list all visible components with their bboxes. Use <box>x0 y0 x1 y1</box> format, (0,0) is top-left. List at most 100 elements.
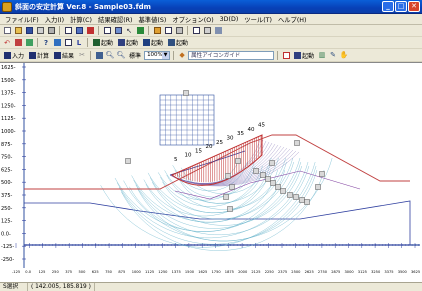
arrow-back-icon[interactable]: ↶ <box>2 38 12 48</box>
node-marker[interactable] <box>183 90 189 96</box>
frame-icon[interactable] <box>191 26 201 36</box>
x-tick-label: 2250 <box>265 270 275 274</box>
zoom-fit-icon[interactable] <box>94 50 104 60</box>
mesh-icon[interactable] <box>24 38 34 48</box>
edit-icon[interactable] <box>85 26 95 36</box>
zoom-out-icon[interactable]: 🔍︎ <box>116 50 126 60</box>
open-folder-icon[interactable] <box>13 26 23 36</box>
node-marker[interactable] <box>315 184 321 190</box>
layer-red-icon[interactable] <box>13 38 23 48</box>
calc-icon[interactable] <box>152 26 162 36</box>
y-tick-label: 1625- <box>1 65 16 71</box>
node-marker[interactable] <box>319 171 325 177</box>
minimize-button[interactable]: _ <box>382 1 394 12</box>
result-mode-button[interactable]: 結果 <box>52 51 76 60</box>
y-tick-label: -250- <box>1 257 14 263</box>
x-tick-label: 250 <box>52 270 60 274</box>
pen-icon[interactable]: ✎ <box>328 50 338 60</box>
table-icon[interactable] <box>74 26 84 36</box>
y-tick-label: 625- <box>1 167 13 173</box>
house-icon <box>93 39 100 46</box>
node-marker[interactable] <box>253 168 259 174</box>
select-icon[interactable] <box>213 26 223 36</box>
slip-circle-arc <box>162 169 271 214</box>
chart-icon[interactable] <box>163 26 173 36</box>
grid-icon[interactable] <box>63 26 73 36</box>
node-marker[interactable] <box>260 172 266 178</box>
maximize-button[interactable]: □ <box>395 1 407 12</box>
node-marker[interactable] <box>293 194 299 200</box>
menu-bar: ファイル(F) 入力(I) 計算(C) 結果確認(R) 基準値(S) オプション… <box>0 14 422 25</box>
menu-3d[interactable]: 3D(D) <box>217 16 242 23</box>
eraser-icon[interactable] <box>281 50 291 60</box>
zoom-select[interactable]: 100% ▼ <box>144 50 171 60</box>
launch-b-button[interactable]: 起動 <box>116 38 140 47</box>
new-file-icon[interactable] <box>2 26 12 36</box>
chart-bar-icon <box>118 39 126 46</box>
input-mode-button[interactable]: 入力 <box>2 51 26 60</box>
bars-icon[interactable]: ▥ <box>317 50 327 60</box>
save-icon[interactable] <box>24 26 34 36</box>
node-marker[interactable] <box>235 158 241 164</box>
hand-icon[interactable]: ✋ <box>339 50 349 60</box>
scissors-icon[interactable]: ✂ <box>77 50 87 60</box>
drawing-canvas[interactable]: -125 0.0 125 250 375 500 625 750 875 1000 1125 1250… <box>0 62 422 282</box>
window-controls: _ □ ✕ <box>382 1 420 12</box>
close-button[interactable]: ✕ <box>408 1 420 12</box>
slope-cross-section[interactable]: -125 0.0 125 250 375 500 625 750 875 1000 1125 1250… <box>0 63 422 283</box>
slip-circle-arc <box>121 169 325 251</box>
launch-a-button[interactable]: 起動 <box>91 38 115 47</box>
launch-c-button[interactable]: 起動 <box>141 38 165 47</box>
input-icon <box>4 51 11 59</box>
node-marker[interactable] <box>227 206 233 212</box>
layer-icon[interactable] <box>202 26 212 36</box>
file-icon[interactable] <box>63 38 73 48</box>
node-marker[interactable] <box>270 180 276 186</box>
node-marker[interactable] <box>125 158 131 164</box>
menu-help[interactable]: ヘルプ(H) <box>275 15 310 24</box>
menu-tool[interactable]: ツール(T) <box>241 15 275 24</box>
y-tick-label: 875- <box>1 142 13 148</box>
print-icon[interactable] <box>46 26 56 36</box>
window-icon[interactable] <box>102 26 112 36</box>
node-marker[interactable] <box>280 188 286 194</box>
node-marker[interactable] <box>265 176 271 182</box>
menu-result[interactable]: 結果確認(R) <box>95 15 135 24</box>
slip-circle-arc <box>119 165 317 245</box>
menu-option[interactable]: オプション(O) <box>169 15 216 24</box>
node-marker[interactable] <box>225 173 231 179</box>
ground-icon[interactable] <box>135 26 145 36</box>
node-marker[interactable] <box>304 199 310 205</box>
x-tick-label: 1000 <box>132 270 142 274</box>
x-tick-label: 1875 <box>225 270 234 274</box>
help-icon[interactable]: ? <box>41 38 51 48</box>
label-icon[interactable]: L <box>74 38 84 48</box>
menu-calc[interactable]: 計算(C) <box>67 15 95 24</box>
y-tick-label: 250- <box>1 206 13 212</box>
calc-mode-button[interactable]: 計算 <box>27 51 51 60</box>
node-marker[interactable] <box>287 192 293 198</box>
mode-toolbar: 入力 計算 結果 ✂ 🔍︎ 🔍︎ 標準 100% ▼ ◆ 属性アイコンガイド 起動… <box>0 49 422 62</box>
launch-e-button[interactable]: 起動 <box>292 51 316 60</box>
menu-standard[interactable]: 基準値(S) <box>136 15 170 24</box>
y-tick-label: 500- <box>1 180 13 186</box>
calc-mode-icon <box>29 51 37 59</box>
menu-input[interactable]: 入力(I) <box>42 15 67 24</box>
print-preview-icon[interactable] <box>35 26 45 36</box>
node-marker[interactable] <box>294 140 300 146</box>
multi-window-icon[interactable] <box>113 26 123 36</box>
node-marker[interactable] <box>299 197 305 203</box>
launch-d-button[interactable]: 起動 <box>166 38 190 47</box>
attribute-guide-select[interactable]: 属性アイコンガイド <box>188 50 275 60</box>
x-tick-label: 1375 <box>172 270 181 274</box>
node-marker[interactable] <box>269 160 275 166</box>
pointer-icon[interactable]: ↖ <box>124 26 134 36</box>
property-icon[interactable] <box>52 38 62 48</box>
slope-icon[interactable] <box>174 26 184 36</box>
node-marker[interactable] <box>223 194 229 200</box>
node-marker[interactable] <box>229 184 235 190</box>
zoom-in-icon[interactable]: 🔍︎ <box>105 50 115 60</box>
node-marker[interactable] <box>275 184 281 190</box>
paint-icon[interactable]: ◆ <box>177 50 187 60</box>
menu-file[interactable]: ファイル(F) <box>2 15 42 24</box>
